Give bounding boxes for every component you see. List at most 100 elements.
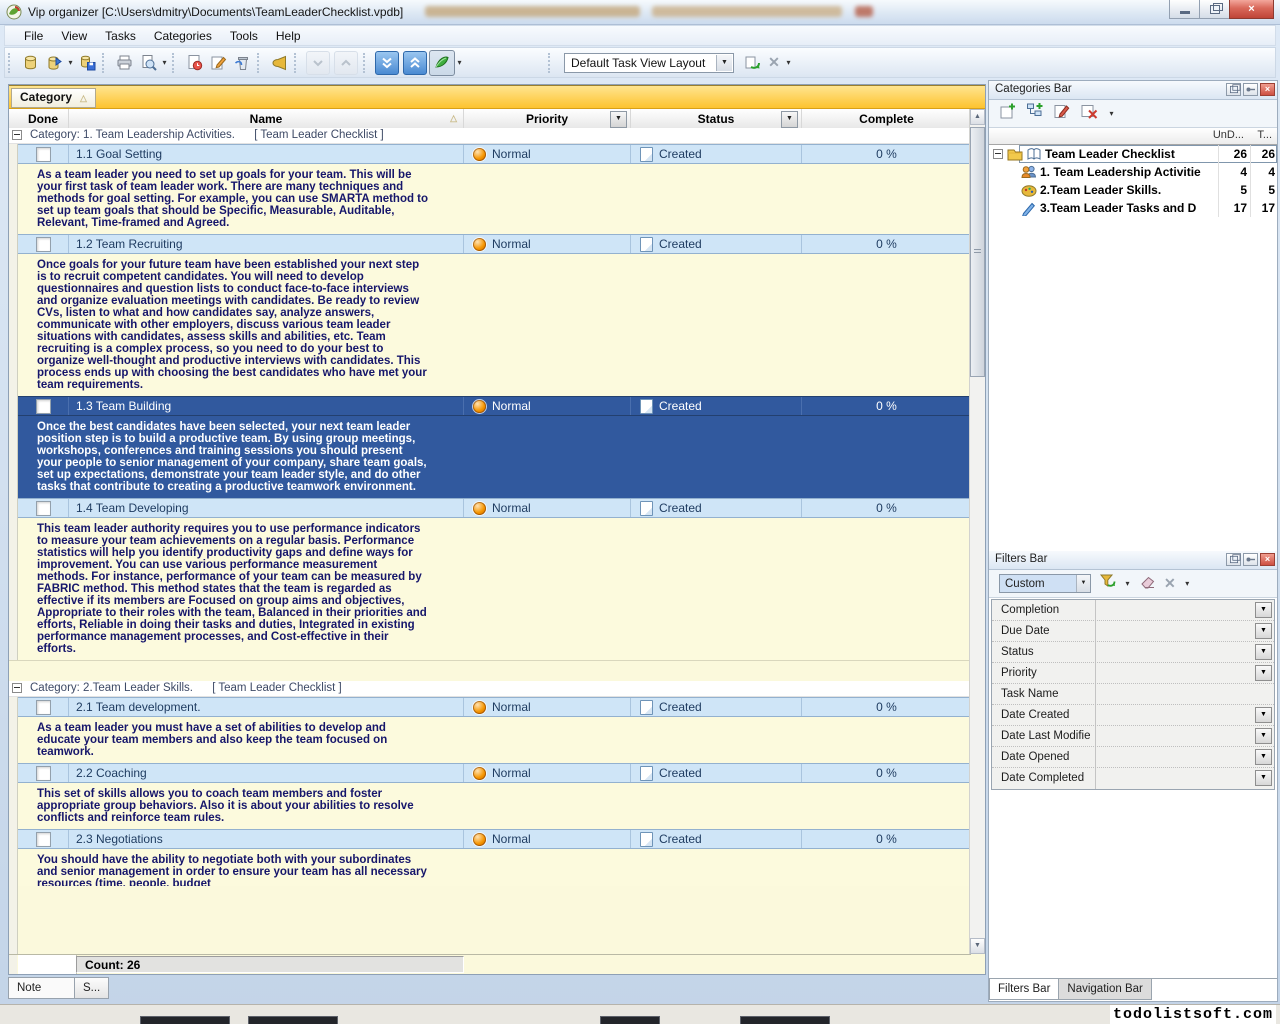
- delete-category-icon[interactable]: [1080, 102, 1098, 125]
- print-preview-icon[interactable]: [136, 51, 160, 75]
- tab-filters-bar[interactable]: Filters Bar: [989, 979, 1059, 1000]
- task-row-selected[interactable]: 1.3 Team Building Normal Created 0 %: [18, 396, 971, 416]
- notes-view-dropdown[interactable]: ▾: [455, 58, 464, 67]
- filter-dropdown-button[interactable]: ▼: [1255, 644, 1272, 660]
- filter-preset-arrow[interactable]: ▼: [1076, 575, 1090, 592]
- filter-dropdown-button[interactable]: ▼: [1255, 602, 1272, 618]
- delete-task-icon[interactable]: [230, 51, 254, 75]
- task-description-row[interactable]: This set of skills allows you to coach t…: [18, 783, 971, 829]
- menu-file[interactable]: File: [15, 27, 52, 45]
- column-header-complete[interactable]: Complete: [802, 109, 971, 128]
- status-filter-button[interactable]: ▼: [781, 111, 798, 128]
- column-total[interactable]: T...: [1257, 129, 1272, 141]
- apply-filter-icon[interactable]: [1098, 572, 1116, 595]
- task-row[interactable]: 1.2 Team Recruiting Normal Created 0 %: [18, 234, 971, 254]
- close-button[interactable]: ×: [1229, 0, 1274, 19]
- move-down-icon[interactable]: [306, 51, 330, 75]
- task-done-checkbox[interactable]: [36, 501, 51, 516]
- panel-pin-icon[interactable]: [1243, 83, 1258, 96]
- menu-help[interactable]: Help: [267, 27, 310, 45]
- edit-task-icon[interactable]: [206, 51, 230, 75]
- save-database-icon[interactable]: [75, 51, 99, 75]
- panel-restore-icon[interactable]: [1226, 83, 1241, 96]
- filters-toolbar-overflow[interactable]: ▾: [1183, 579, 1192, 588]
- new-category-icon[interactable]: [999, 102, 1017, 125]
- layout-combobox[interactable]: Default Task View Layout ▼: [564, 53, 734, 73]
- group-row[interactable]: Category: 2.Team Leader Skills. [ Team L…: [9, 681, 971, 697]
- column-undone[interactable]: UnD...: [1213, 129, 1244, 141]
- new-database-icon[interactable]: [18, 51, 42, 75]
- panel-restore-icon[interactable]: [1226, 553, 1241, 566]
- group-by-category-button[interactable]: Category△: [11, 88, 96, 108]
- edit-category-icon[interactable]: [1053, 102, 1071, 125]
- scroll-down-button[interactable]: ▼: [970, 938, 985, 954]
- group-row[interactable]: Category: 1. Team Leadership Activities.…: [9, 128, 971, 144]
- scroll-up-button[interactable]: ▲: [970, 109, 985, 125]
- save-layout-icon[interactable]: [740, 51, 764, 75]
- priority-filter-button[interactable]: ▼: [610, 111, 627, 128]
- print-icon[interactable]: [112, 51, 136, 75]
- task-done-checkbox[interactable]: [36, 147, 51, 162]
- tab-navigation-bar[interactable]: Navigation Bar: [1058, 979, 1151, 1000]
- task-description-row[interactable]: As a team leader you must have a set of …: [18, 717, 971, 763]
- restore-button[interactable]: [1199, 0, 1230, 19]
- tab-s[interactable]: S...: [74, 977, 109, 999]
- task-row[interactable]: 1.4 Team Developing Normal Created 0 %: [18, 498, 971, 518]
- tree-row-category-3[interactable]: 3.Team Leader Tasks and D 17 17: [989, 199, 1277, 217]
- tree-row-category-2[interactable]: 2.Team Leader Skills. 5 5: [989, 181, 1277, 199]
- collapse-icon[interactable]: [12, 683, 22, 693]
- task-row[interactable]: 2.2 Coaching Normal Created 0 %: [18, 763, 971, 783]
- assign-task-icon[interactable]: [267, 51, 291, 75]
- minimize-button[interactable]: [1169, 0, 1200, 19]
- task-description-row[interactable]: As a team leader you need to set up goal…: [18, 164, 971, 234]
- task-done-checkbox[interactable]: [36, 700, 51, 715]
- menu-view[interactable]: View: [52, 27, 96, 45]
- menu-tools[interactable]: Tools: [221, 27, 267, 45]
- notes-view-icon[interactable]: [429, 50, 455, 76]
- task-row[interactable]: 2.1 Team development. Normal Created 0 %: [18, 697, 971, 717]
- task-row[interactable]: 2.3 Negotiations Normal Created 0 %: [18, 829, 971, 849]
- collapse-icon[interactable]: [12, 130, 22, 140]
- collapse-icon[interactable]: [993, 149, 1003, 159]
- apply-filter-dropdown[interactable]: ▾: [1123, 579, 1132, 588]
- task-description-row[interactable]: You should have the ability to negotiate…: [18, 849, 971, 886]
- filter-dropdown-button[interactable]: ▼: [1255, 728, 1272, 744]
- task-done-checkbox[interactable]: [36, 766, 51, 781]
- open-database-icon[interactable]: [42, 51, 66, 75]
- filter-dropdown-button[interactable]: ▼: [1255, 665, 1272, 681]
- filter-dropdown-button[interactable]: ▼: [1255, 749, 1272, 765]
- print-overflow-dropdown[interactable]: ▾: [160, 58, 169, 67]
- filter-dropdown-button[interactable]: ▼: [1255, 770, 1272, 786]
- filter-preset-combobox[interactable]: Custom ▼: [999, 574, 1091, 593]
- layout-overflow-dropdown[interactable]: ▾: [784, 58, 793, 67]
- layout-combobox-arrow[interactable]: ▼: [716, 55, 732, 71]
- tab-note[interactable]: Note: [8, 977, 75, 999]
- new-task-icon[interactable]: [182, 51, 206, 75]
- new-subcategory-icon[interactable]: [1026, 102, 1044, 125]
- panel-close-icon[interactable]: ×: [1260, 83, 1275, 96]
- panel-close-icon[interactable]: ×: [1260, 553, 1275, 566]
- expand-all-icon[interactable]: [375, 51, 399, 75]
- menu-categories[interactable]: Categories: [145, 27, 221, 45]
- task-row[interactable]: 1.1 Goal Setting Normal Created 0 %: [18, 144, 971, 164]
- column-header-done[interactable]: Done: [18, 109, 69, 128]
- clear-filter-icon[interactable]: [1139, 572, 1157, 595]
- column-header-priority[interactable]: Priority▼: [464, 109, 631, 128]
- collapse-all-icon[interactable]: [403, 51, 427, 75]
- menu-tasks[interactable]: Tasks: [96, 27, 145, 45]
- filter-dropdown-button[interactable]: ▼: [1255, 707, 1272, 723]
- filter-dropdown-button[interactable]: ▼: [1255, 623, 1272, 639]
- tree-row-category-1[interactable]: 1. Team Leadership Activitie 4 4: [989, 163, 1277, 181]
- task-description-row-selected[interactable]: Once the best candidates have been selec…: [18, 416, 971, 498]
- open-database-dropdown[interactable]: ▾: [66, 58, 75, 67]
- move-up-icon[interactable]: [334, 51, 358, 75]
- panel-pin-icon[interactable]: [1243, 553, 1258, 566]
- categories-toolbar-overflow[interactable]: ▾: [1107, 109, 1116, 118]
- task-description-row[interactable]: This team leader authority requires you …: [18, 518, 971, 660]
- column-header-name[interactable]: Name△: [69, 109, 464, 128]
- scrollbar-thumb[interactable]: [970, 127, 985, 377]
- column-header-status[interactable]: Status▼: [631, 109, 802, 128]
- task-description-row[interactable]: Once goals for your future team have bee…: [18, 254, 971, 396]
- task-done-checkbox[interactable]: [36, 832, 51, 847]
- delete-filter-icon[interactable]: ✕: [1164, 575, 1176, 592]
